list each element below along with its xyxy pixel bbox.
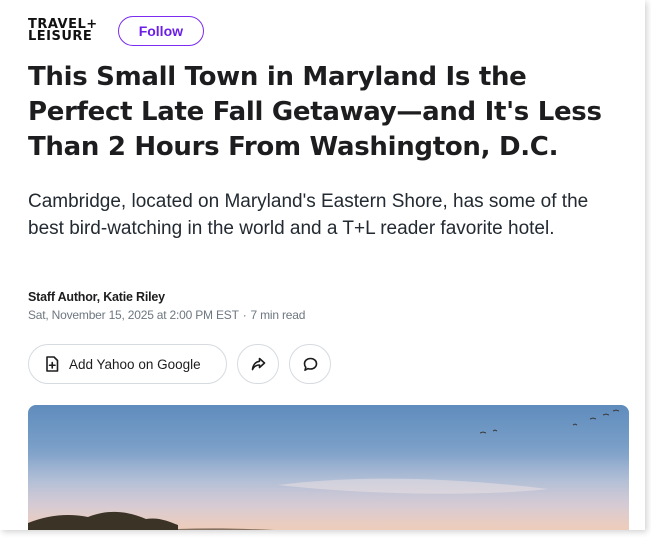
publisher-logo[interactable]: TRAVEL+ LEISURE: [28, 18, 98, 44]
author-name[interactable]: Staff Author, Katie Riley: [28, 290, 305, 304]
hero-scene: [28, 409, 629, 530]
comment-button[interactable]: [289, 344, 331, 384]
article-subhead: Cambridge, located on Maryland's Eastern…: [28, 191, 589, 239]
article-page: TRAVEL+ LEISURE Follow This Small Town i…: [0, 0, 645, 530]
hero-image[interactable]: [28, 405, 629, 530]
publish-date: Sat, November 15, 2025 at 2:00 PM EST: [28, 308, 239, 322]
comment-icon: [303, 357, 318, 372]
read-time: 7 min read: [250, 308, 306, 322]
add-yahoo-on-google-button[interactable]: Add Yahoo on Google: [28, 344, 227, 384]
logo-line-2: LEISURE: [28, 29, 93, 44]
birds: [479, 409, 620, 434]
meta-separator: ·: [242, 308, 247, 322]
add-document-icon: [45, 356, 59, 372]
article-meta: Sat, November 15, 2025 at 2:00 PM EST · 7 …: [28, 308, 305, 322]
follow-button[interactable]: Follow: [117, 16, 205, 46]
byline: Staff Author, Katie Riley Sat, November …: [28, 290, 305, 322]
article-headline: This Small Town in Maryland Is the Perfe…: [28, 62, 602, 162]
publisher-row: TRAVEL+ LEISURE Follow: [28, 16, 205, 46]
article-actions: Add Yahoo on Google: [28, 344, 331, 384]
share-icon: [251, 357, 266, 371]
add-yahoo-on-google-label: Add Yahoo on Google: [69, 356, 201, 372]
share-button[interactable]: [237, 344, 279, 384]
